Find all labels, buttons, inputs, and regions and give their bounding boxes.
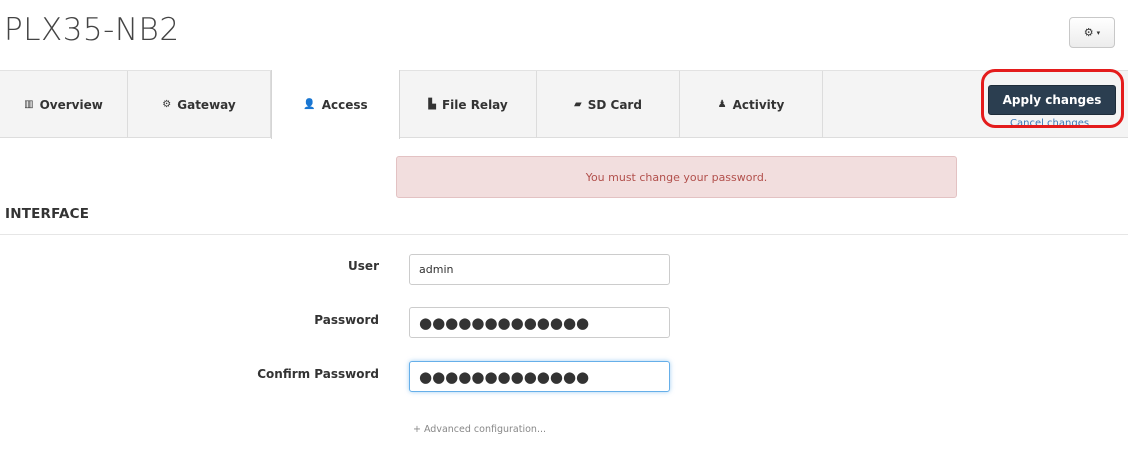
- file-icon: ▙: [428, 99, 436, 110]
- tab-label: Overview: [39, 97, 103, 112]
- bar-chart-icon: ▥: [24, 99, 34, 110]
- tab-access[interactable]: 👤 Access: [271, 70, 400, 139]
- password-field[interactable]: [409, 307, 670, 338]
- chevron-down-icon: ▾: [1096, 28, 1101, 37]
- apply-changes-button[interactable]: Apply changes: [988, 85, 1116, 115]
- folder-icon: ▰: [574, 99, 582, 110]
- advanced-configuration-link[interactable]: + Advanced configuration...: [413, 424, 546, 435]
- tab-gateway[interactable]: ⚙ Gateway: [128, 71, 271, 138]
- confirm-password-field[interactable]: [409, 361, 670, 392]
- cancel-changes-link[interactable]: Cancel changes: [1010, 118, 1089, 129]
- gear-icon: ⚙: [162, 99, 172, 110]
- password-label: Password: [314, 313, 379, 327]
- page-title: PLX35-NB2: [4, 12, 180, 48]
- password-alert: You must change your password.: [396, 156, 957, 198]
- gear-icon: ⚙: [1083, 26, 1094, 39]
- user-label: User: [348, 259, 379, 273]
- section-divider: [0, 234, 1128, 235]
- user-icon: 👤: [303, 99, 316, 110]
- tab-label: File Relay: [441, 97, 508, 112]
- alert-message: You must change your password.: [585, 170, 768, 184]
- tab-sd-card[interactable]: ▰ SD Card: [537, 71, 680, 138]
- tab-label: Gateway: [177, 97, 236, 112]
- tab-bar: ▥ Overview ⚙ Gateway 👤 Access ▙ File Rel…: [0, 70, 1128, 139]
- confirm-password-label: Confirm Password: [257, 367, 379, 381]
- tab-label: Activity: [732, 97, 785, 112]
- bell-icon: ♟: [717, 99, 727, 110]
- tab-label: SD Card: [587, 97, 642, 112]
- tab-label: Access: [321, 97, 368, 112]
- section-heading: INTERFACE: [5, 206, 90, 222]
- tab-activity[interactable]: ♟ Activity: [680, 71, 823, 138]
- settings-menu-button[interactable]: ⚙ ▾: [1069, 17, 1115, 48]
- tab-file-relay[interactable]: ▙ File Relay: [400, 71, 537, 138]
- tab-overview[interactable]: ▥ Overview: [0, 71, 128, 138]
- user-field[interactable]: [409, 254, 670, 285]
